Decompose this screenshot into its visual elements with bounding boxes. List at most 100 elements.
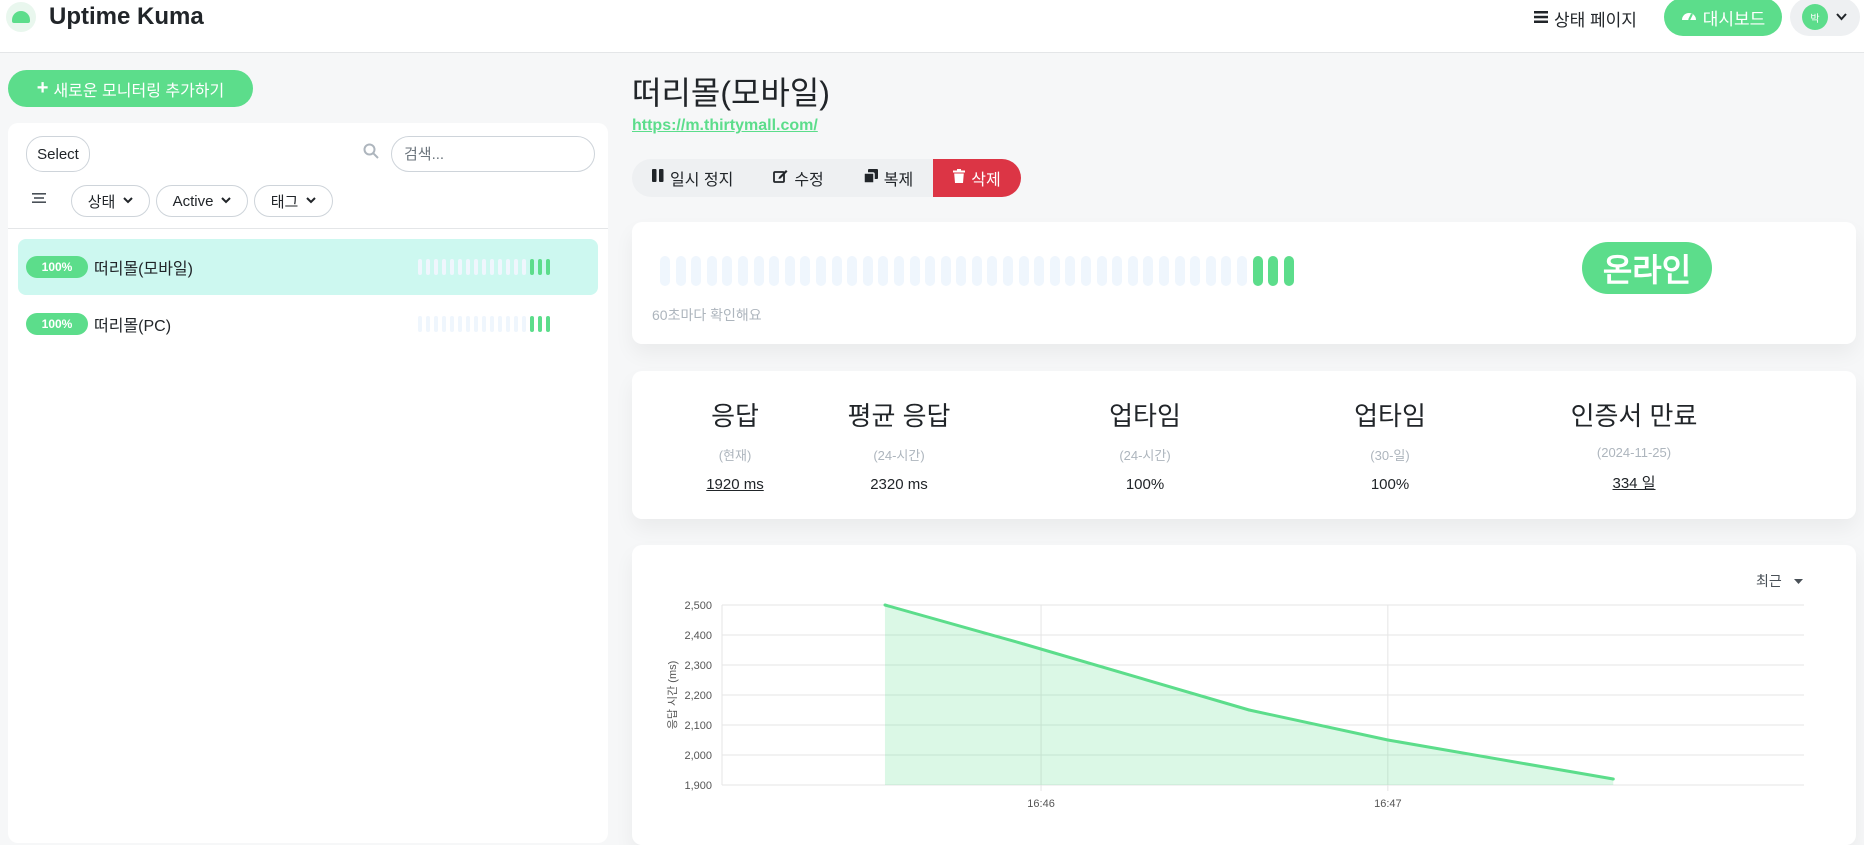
heartbeat-up: [538, 259, 542, 275]
x-tick-label: 16:46: [1027, 798, 1055, 810]
heartbeat-empty: [434, 316, 438, 332]
chevron-down-icon: [123, 196, 134, 207]
heartbeat-empty: [925, 256, 936, 286]
data-point: [883, 603, 887, 607]
add-monitor-button[interactable]: + 새로운 모니터링 추가하기: [8, 70, 253, 107]
response-time-chart: 1,900 2,000 2,100 2,200 2,300 2,400 2,500 16:46…: [666, 600, 1804, 810]
stat-value: 2320 ms: [870, 476, 928, 493]
filter-menu-icon[interactable]: [32, 189, 46, 210]
search-icon: [363, 143, 379, 164]
heartbeat-empty: [971, 256, 982, 286]
search-input[interactable]: [391, 136, 595, 172]
stat-subtitle: (24-시간): [873, 448, 925, 463]
brand[interactable]: Uptime Kuma: [6, 2, 204, 32]
heartbeat-empty: [498, 259, 502, 275]
heartbeat-empty: [1065, 256, 1076, 286]
delete-button[interactable]: 삭제: [933, 159, 1021, 197]
stat-subtitle: (30-일): [1370, 448, 1410, 463]
heartbeat-empty: [458, 259, 462, 275]
heartbeat-empty: [847, 256, 858, 286]
dashboard-label: 대시보드: [1702, 9, 1766, 29]
heartbeat-up: [546, 316, 550, 332]
clone-button[interactable]: 복제: [844, 159, 933, 197]
heartbeat-empty: [1049, 256, 1060, 286]
status-page-label: 상태 페이지: [1554, 11, 1637, 30]
list-icon: [1534, 9, 1548, 29]
edit-button[interactable]: 수정: [753, 159, 843, 197]
uptime-badge: 100%: [26, 313, 88, 335]
stat-uptime-30d: 업타임 (30-일) 100%: [1290, 396, 1490, 493]
heartbeat-empty: [737, 256, 748, 286]
filter-tags[interactable]: 태그: [254, 185, 333, 217]
heartbeat-empty: [522, 259, 526, 275]
heartbeat-empty: [800, 256, 811, 286]
heartbeat-up: [1252, 256, 1263, 286]
clone-icon: [863, 168, 878, 188]
heartbeat-empty: [691, 256, 702, 286]
filter-active[interactable]: Active: [156, 185, 248, 217]
heartbeat-empty: [769, 256, 780, 286]
heartbeat-empty: [1112, 256, 1123, 286]
heartbeat-empty: [940, 256, 951, 286]
stat-subtitle: (24-시간): [1119, 448, 1171, 463]
filter-status[interactable]: 상태: [71, 185, 150, 217]
heartbeat-empty: [490, 316, 494, 332]
stat-uptime-24h: 업타임 (24-시간) 100%: [1045, 396, 1245, 493]
monitor-url-link[interactable]: https://m.thirtymall.com/: [632, 117, 818, 135]
status-page-link[interactable]: 상태 페이지: [1534, 6, 1637, 31]
pause-button[interactable]: 일시 정지: [632, 159, 753, 197]
y-tick-label: 2,400: [684, 630, 712, 642]
heartbeat-empty: [1034, 256, 1045, 286]
heartbeat-empty: [1174, 256, 1185, 286]
pause-label: 일시 정지: [670, 172, 734, 189]
monitor-item[interactable]: 100% 떠리몰(PC): [18, 296, 598, 352]
heartbeat-empty: [1081, 256, 1092, 286]
heartbeat-bar: [418, 259, 554, 275]
heartbeat-empty: [1127, 256, 1138, 286]
plus-icon: +: [36, 77, 49, 99]
y-tick-label: 2,000: [684, 750, 712, 762]
stat-title: 평균 응답: [847, 401, 951, 431]
heartbeat-empty: [722, 256, 733, 286]
heartbeat-empty: [418, 259, 422, 275]
dashboard-button[interactable]: 대시보드: [1664, 0, 1782, 36]
heartbeat-up: [546, 259, 550, 275]
profile-menu[interactable]: 박: [1790, 0, 1860, 36]
heartbeat-empty: [1190, 256, 1201, 286]
gauge-icon: [1681, 7, 1697, 27]
y-tick-label: 2,500: [684, 600, 712, 612]
heartbeat-empty: [784, 256, 795, 286]
heartbeat-empty: [831, 256, 842, 286]
monitor-name: 떠리몰(모바일): [94, 261, 193, 278]
heartbeat-empty: [514, 316, 518, 332]
heartbeat-empty: [434, 259, 438, 275]
heartbeat-empty: [706, 256, 717, 286]
heartbeat-up: [530, 316, 534, 332]
heartbeat-empty: [1003, 256, 1014, 286]
heartbeat-empty: [1018, 256, 1029, 286]
heartbeat-empty: [753, 256, 764, 286]
pause-icon: [652, 169, 664, 187]
app-name: Uptime Kuma: [49, 3, 204, 30]
action-toolbar: 일시 정지 수정 복제 삭제: [632, 159, 1021, 197]
stat-value[interactable]: 334 일: [1534, 472, 1734, 493]
select-button[interactable]: Select: [26, 136, 90, 172]
heartbeat-empty: [1159, 256, 1169, 286]
stat-title: 인증서 만료: [1570, 401, 1698, 431]
stat-title: 업타임: [1354, 401, 1426, 431]
heartbeat-up: [530, 259, 534, 275]
heartbeat-empty: [1143, 256, 1154, 286]
divider: [8, 228, 608, 229]
heartbeat-empty: [1236, 256, 1247, 286]
heartbeat-empty: [426, 316, 430, 332]
monitor-item[interactable]: 100% 떠리몰(모바일): [18, 239, 598, 295]
heartbeat-empty: [815, 256, 826, 286]
heartbeat-empty: [466, 259, 470, 275]
heartbeat-empty: [418, 316, 422, 332]
data-point: [1386, 738, 1390, 742]
y-axis-title: 응답 시간 (ms): [666, 661, 679, 730]
heartbeat-empty: [522, 316, 526, 332]
trash-icon: [953, 168, 966, 188]
data-point: [1247, 708, 1251, 712]
response-chart-card: 최근 1,900 2,000 2,100 2,200 2,300 2,400 2,500 16…: [632, 545, 1856, 845]
